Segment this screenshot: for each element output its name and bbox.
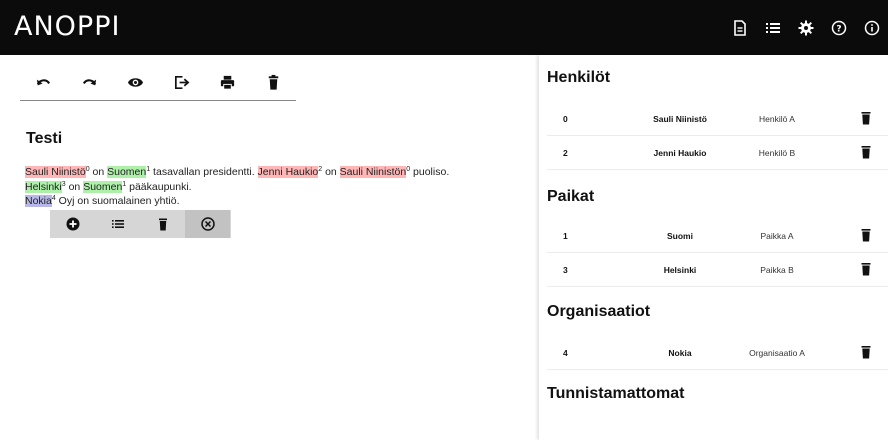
entity-id: 0 bbox=[563, 114, 568, 124]
entity-label: Paikka A bbox=[760, 231, 794, 241]
section-title-places: Paikat bbox=[547, 188, 595, 205]
top-app-bar: ANOPPI ? bbox=[0, 0, 888, 55]
print-icon[interactable] bbox=[204, 66, 250, 98]
delete-icon[interactable] bbox=[860, 145, 872, 159]
entity-person[interactable]: Jenni Haukio bbox=[257, 166, 319, 178]
document-title: Testi bbox=[26, 130, 63, 147]
help-icon[interactable]: ? bbox=[822, 0, 855, 55]
entity-label: Henkilö B bbox=[758, 148, 796, 158]
close-icon[interactable] bbox=[185, 210, 230, 238]
delete-icon[interactable] bbox=[860, 262, 872, 276]
entity-id: 4 bbox=[563, 348, 568, 358]
entity-context-menu bbox=[50, 210, 231, 238]
add-icon[interactable] bbox=[50, 210, 95, 238]
document-line: Nokia4 Oyj on suomalainen yhtiö. bbox=[25, 194, 535, 209]
preview-icon[interactable] bbox=[112, 66, 158, 98]
plain-text: on bbox=[65, 180, 84, 193]
entity-row[interactable]: 1 Suomi Paikka A bbox=[547, 219, 888, 253]
document-icon[interactable] bbox=[723, 0, 756, 55]
document-line: Sauli Niinistö0 on Suomen1 tasavallan pr… bbox=[25, 165, 535, 180]
entity-row[interactable]: 4 Nokia Organisaatio A bbox=[547, 336, 888, 370]
redo-icon[interactable] bbox=[66, 66, 112, 98]
entity-person[interactable]: Sauli Niinistö bbox=[25, 166, 86, 178]
entity-name: Jenni Haukio bbox=[653, 148, 707, 158]
entity-label: Organisaatio A bbox=[749, 348, 805, 358]
entity-row[interactable]: 2 Jenni Haukio Henkilö B bbox=[547, 136, 888, 170]
plain-text: puoliso. bbox=[410, 166, 450, 178]
section-title-unidentified: Tunnistamattomat bbox=[547, 385, 685, 402]
editor-toolbar bbox=[20, 64, 296, 101]
plain-text: tasavallan presidentti. bbox=[150, 166, 258, 178]
info-icon[interactable] bbox=[855, 0, 888, 55]
section-title-organizations: Organisaatiot bbox=[547, 303, 651, 320]
delete-icon[interactable] bbox=[860, 345, 872, 359]
entity-place[interactable]: Helsinki bbox=[25, 180, 62, 193]
entity-name: Helsinki bbox=[663, 265, 697, 275]
document-line: Helsinki3 on Suomen1 pääkaupunki. bbox=[25, 180, 535, 195]
entity-id: 1 bbox=[563, 231, 568, 241]
entity-label: Paikka B bbox=[760, 265, 794, 275]
delete-icon[interactable] bbox=[250, 66, 296, 98]
plain-text: on bbox=[89, 166, 108, 178]
app-title: ANOPPI bbox=[14, 11, 121, 42]
plain-text: Oyj on suomalainen yhtiö. bbox=[55, 195, 180, 207]
document-body[interactable]: Sauli Niinistö0 on Suomen1 tasavallan pr… bbox=[25, 165, 535, 209]
entity-organization[interactable]: Nokia bbox=[25, 195, 52, 207]
settings-icon[interactable] bbox=[789, 0, 822, 55]
section-title-persons: Henkilöt bbox=[547, 69, 611, 86]
entity-label: Henkilö A bbox=[759, 114, 795, 124]
entity-name: Sauli Niinistö bbox=[653, 114, 707, 124]
export-icon[interactable] bbox=[158, 66, 204, 98]
list-icon[interactable] bbox=[756, 0, 789, 55]
delete-icon[interactable] bbox=[860, 111, 872, 125]
entity-name: Suomi bbox=[667, 231, 693, 241]
entity-row[interactable]: 0 Sauli Niinistö Henkilö A bbox=[547, 102, 888, 136]
undo-icon[interactable] bbox=[20, 66, 66, 98]
delete-icon[interactable] bbox=[140, 210, 185, 238]
svg-text:?: ? bbox=[836, 24, 841, 34]
delete-icon[interactable] bbox=[860, 228, 872, 242]
entity-place[interactable]: Suomen bbox=[83, 180, 123, 193]
entity-name: Nokia bbox=[668, 348, 692, 358]
plain-text: on bbox=[322, 166, 340, 178]
entity-id: 2 bbox=[563, 148, 568, 158]
entity-person[interactable]: Sauli Niinistön bbox=[339, 166, 407, 178]
entity-id: 3 bbox=[563, 265, 568, 275]
top-actions: ? bbox=[723, 0, 888, 55]
entity-panel: Henkilöt 0 Sauli Niinistö Henkilö A 2 Je… bbox=[539, 55, 888, 440]
entity-row[interactable]: 3 Helsinki Paikka B bbox=[547, 253, 888, 287]
list-icon[interactable] bbox=[95, 210, 140, 238]
entity-place[interactable]: Suomen bbox=[107, 166, 147, 178]
plain-text: pääkaupunki. bbox=[126, 180, 192, 193]
